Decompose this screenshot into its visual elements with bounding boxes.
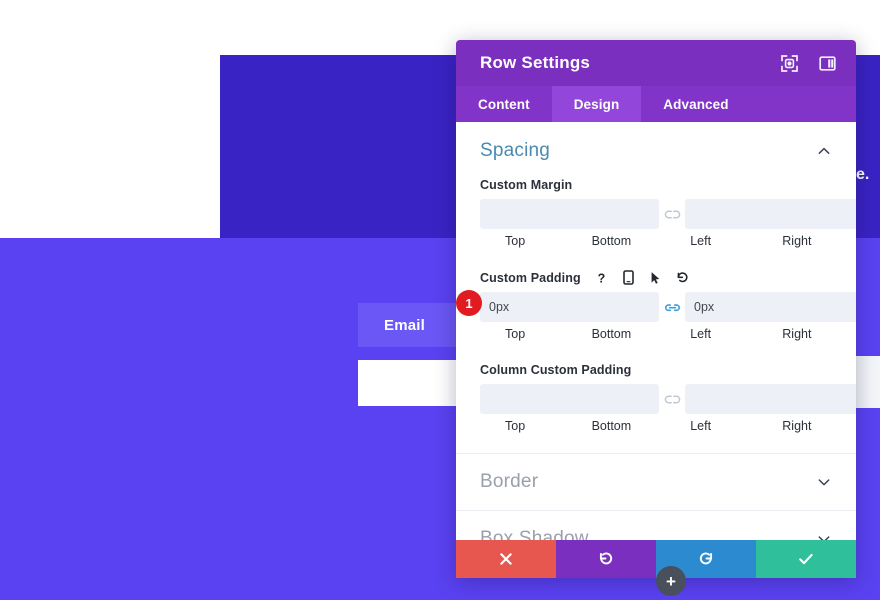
caption-bottom: Bottom xyxy=(591,419,632,433)
reset-icon[interactable] xyxy=(676,270,690,285)
section-box-shadow[interactable]: Box Shadow xyxy=(456,510,856,540)
fullscreen-icon[interactable] xyxy=(778,52,800,74)
custom-padding-inputs: 1 xyxy=(456,290,856,322)
unlink-icon[interactable] xyxy=(659,393,685,406)
custom-margin-captions: Top Bottom Left Right xyxy=(480,234,832,248)
custom-padding-label: Custom Padding xyxy=(480,270,581,285)
custom-padding-vertical-pair xyxy=(480,292,856,322)
tab-design[interactable]: Design xyxy=(551,86,642,122)
close-icon xyxy=(499,552,513,566)
column-custom-padding-label: Column Custom Padding xyxy=(480,363,632,377)
caption-right: Right xyxy=(782,234,812,248)
section-border[interactable]: Border xyxy=(456,453,856,510)
modal-tab-bar: Content Design Advanced xyxy=(456,86,856,122)
checkmark-icon xyxy=(798,552,814,566)
status-badge: 1 xyxy=(456,290,482,316)
undo-icon xyxy=(598,551,614,567)
column-padding-top-input[interactable] xyxy=(480,384,659,414)
section-spacing-title: Spacing xyxy=(480,140,551,161)
add-section-button[interactable]: + xyxy=(656,566,686,596)
caption-bottom: Bottom xyxy=(591,234,632,248)
column-custom-padding-label-row: Column Custom Padding xyxy=(480,363,832,377)
section-spacing-header[interactable]: Spacing xyxy=(480,140,832,162)
caption-left: Left xyxy=(690,419,712,433)
caption-right: Right xyxy=(782,327,812,341)
caption-top: Top xyxy=(505,234,526,248)
mobile-icon[interactable] xyxy=(622,270,636,285)
layout-columns-icon[interactable] xyxy=(816,52,838,74)
column-padding-bottom-input[interactable] xyxy=(685,384,856,414)
field-group-custom-margin: Custom Margin Top Bottom Left Right xyxy=(480,178,856,248)
tab-content[interactable]: Content xyxy=(456,86,552,122)
column-custom-padding-inputs xyxy=(480,384,856,414)
section-border-title: Border xyxy=(480,471,539,492)
section-box-shadow-title: Box Shadow xyxy=(480,528,589,540)
custom-padding-bottom-input[interactable] xyxy=(685,292,856,322)
custom-padding-captions: Top Bottom Left Right xyxy=(480,327,832,341)
caption-top: Top xyxy=(505,419,526,433)
caption-right: Right xyxy=(782,419,812,433)
svg-text:?: ? xyxy=(598,271,606,285)
caption-top: Top xyxy=(505,327,526,341)
unlink-icon[interactable] xyxy=(659,208,685,221)
field-group-custom-padding: Custom Padding ? 1 0px 0px Top Bottom Le… xyxy=(456,270,856,341)
edge-truncated-text: e. xyxy=(856,166,870,183)
modal-body: Spacing Custom Margin Top Bottom Left Ri… xyxy=(456,122,856,540)
link-icon[interactable] xyxy=(659,301,685,314)
custom-margin-label: Custom Margin xyxy=(480,178,573,192)
section-spacing: Spacing Custom Margin Top Bottom Left Ri… xyxy=(456,122,856,453)
custom-padding-icon-group: ? xyxy=(595,270,690,285)
modal-titlebar: Row Settings xyxy=(456,40,856,86)
undo-button[interactable] xyxy=(556,540,656,578)
cancel-button[interactable] xyxy=(456,540,556,578)
field-group-column-custom-padding: Column Custom Padding Top Bottom Left Ri… xyxy=(480,363,856,433)
modal-footer xyxy=(456,540,856,578)
caption-bottom: Bottom xyxy=(591,327,632,341)
tab-advanced[interactable]: Advanced xyxy=(641,86,750,122)
row-settings-modal: Row Settings Content Design Advanced Spa… xyxy=(456,40,856,578)
right-edge-strip xyxy=(856,356,880,408)
custom-margin-bottom-input[interactable] xyxy=(685,199,856,229)
column-padding-vertical-pair xyxy=(480,384,856,414)
column-custom-padding-captions: Top Bottom Left Right xyxy=(480,419,832,433)
custom-padding-top-input[interactable] xyxy=(480,292,659,322)
cursor-icon[interactable] xyxy=(649,270,663,285)
caption-left: Left xyxy=(690,327,712,341)
email-label-text: Email xyxy=(384,316,426,334)
custom-margin-label-row: Custom Margin xyxy=(480,178,832,192)
chevron-down-icon[interactable] xyxy=(816,531,832,540)
redo-icon xyxy=(698,551,714,567)
chevron-down-icon[interactable] xyxy=(816,474,832,490)
save-button[interactable] xyxy=(756,540,856,578)
custom-margin-inputs xyxy=(480,199,856,229)
caption-left: Left xyxy=(690,234,712,248)
page-title: Row Settings xyxy=(480,53,591,72)
custom-margin-vertical-pair xyxy=(480,199,856,229)
custom-padding-label-row: Custom Padding ? xyxy=(480,270,832,285)
chevron-up-icon[interactable] xyxy=(816,143,832,159)
titlebar-icon-group xyxy=(778,52,838,74)
custom-margin-top-input[interactable] xyxy=(480,199,659,229)
help-icon[interactable]: ? xyxy=(595,270,609,285)
plus-icon: + xyxy=(666,571,676,591)
